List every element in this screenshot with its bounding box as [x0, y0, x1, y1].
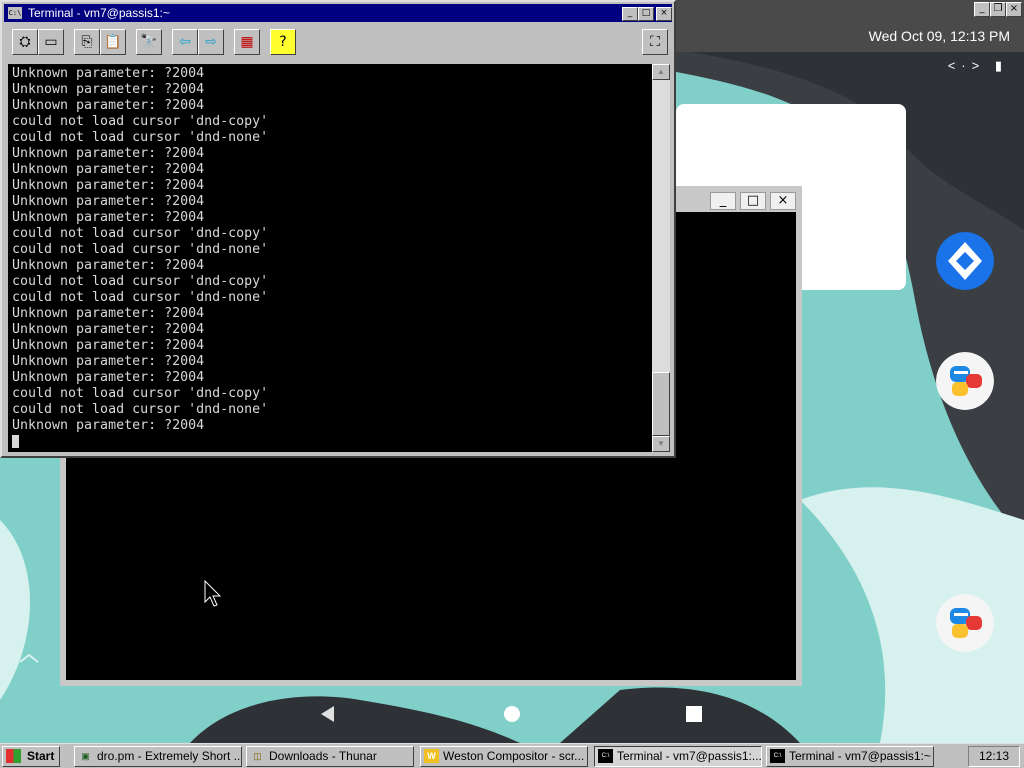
toolbar: ⛭ ▭ ⎘ 📋 🔭 ⇦ ⇨ ▦ ? ⛶	[6, 26, 670, 60]
weston-icon: W	[424, 749, 439, 763]
status-icons: <·> ▮	[947, 58, 1008, 73]
console-line: Unknown parameter: ?2004	[12, 146, 205, 161]
terminal-icon: C:\	[598, 749, 613, 763]
console-line: Unknown parameter: ?2004	[12, 370, 205, 385]
taskbar-item[interactable]: C:\ Terminal - vm7@passis1:~	[766, 746, 934, 767]
console-line: Unknown parameter: ?2004	[12, 418, 205, 433]
console-line: could not load cursor 'dnd-copy'	[12, 386, 269, 401]
windows-logo-icon	[6, 749, 21, 763]
console-line: could not load cursor 'dnd-none'	[12, 402, 269, 417]
scroll-thumb[interactable]	[652, 372, 670, 436]
taskbar-item[interactable]: ◫ Downloads - Thunar	[246, 746, 414, 767]
mouse-cursor-icon	[204, 580, 222, 607]
minimize-icon[interactable]: _	[710, 192, 736, 210]
android-clock: Wed Oct 09, 12:13 PM	[868, 28, 1010, 44]
nav-home-icon[interactable]	[502, 704, 522, 724]
console-line: Unknown parameter: ?2004	[12, 98, 205, 113]
title-bar[interactable]: C:\ Terminal - vm7@passis1:~ _ □ ×	[4, 4, 672, 22]
folder-icon: ◫	[253, 751, 262, 761]
taskbar-item-active[interactable]: C:\ Terminal - vm7@passis1:...	[594, 746, 762, 767]
vertical-scrollbar[interactable]: ▲ ▼	[652, 64, 670, 452]
taskbar: Start ▣ dro.pm - Extremely Short ... ◫ D…	[0, 743, 1024, 768]
maximize-icon[interactable]: □	[740, 192, 766, 210]
console-line: could not load cursor 'dnd-copy'	[12, 226, 269, 241]
expand-up-icon[interactable]	[18, 652, 40, 664]
scroll-up-icon[interactable]: ▲	[652, 64, 670, 80]
console-line: Unknown parameter: ?2004	[12, 66, 205, 81]
copy-icon[interactable]: ⎘	[74, 29, 100, 55]
font-icon[interactable]: ▦	[234, 29, 260, 55]
find-icon[interactable]: 🔭	[136, 29, 162, 55]
chat-app-icon[interactable]	[936, 352, 994, 410]
restore-icon[interactable]: ❐	[990, 2, 1006, 17]
terminal-output[interactable]: Unknown parameter: ?2004 Unknown paramete…	[8, 64, 652, 452]
taskbar-item[interactable]: W Weston Compositor - scr...	[420, 746, 588, 767]
maps-app-icon[interactable]	[936, 232, 994, 290]
terminal-icon: C:\	[8, 7, 22, 19]
chat-app-icon-2[interactable]	[936, 594, 994, 652]
console-line: Unknown parameter: ?2004	[12, 194, 205, 209]
back-icon[interactable]: ⇦	[172, 29, 198, 55]
terminal-window[interactable]: C:\ Terminal - vm7@passis1:~ _ □ × ⛭ ▭ ⎘…	[0, 0, 676, 458]
nav-back-icon[interactable]	[318, 704, 338, 724]
close-icon[interactable]: ×	[770, 192, 796, 210]
console-line: could not load cursor 'dnd-none'	[12, 130, 269, 145]
scroll-down-icon[interactable]: ▼	[652, 436, 670, 452]
close-icon[interactable]: ×	[656, 7, 672, 21]
console-line: Unknown parameter: ?2004	[12, 178, 205, 193]
maximize-icon[interactable]: □	[638, 7, 654, 21]
minimize-icon[interactable]: _	[974, 2, 990, 17]
start-button[interactable]: Start	[2, 746, 60, 767]
close-icon[interactable]: ×	[1006, 2, 1022, 17]
console-line: Unknown parameter: ?2004	[12, 258, 205, 273]
fullscreen-icon[interactable]: ▭	[38, 29, 64, 55]
nav-recents-icon[interactable]	[684, 704, 704, 724]
console-line: Unknown parameter: ?2004	[12, 354, 205, 369]
paste-icon[interactable]: 📋	[100, 29, 126, 55]
android-top-bar: _ ❐ × Wed Oct 09, 12:13 PM	[676, 0, 1024, 52]
console-line: Unknown parameter: ?2004	[12, 322, 205, 337]
help-icon[interactable]: ?	[270, 29, 296, 55]
taskbar-item[interactable]: ▣ dro.pm - Extremely Short ...	[74, 746, 242, 767]
console-line: Unknown parameter: ?2004	[12, 162, 205, 177]
terminal-icon: C:\	[770, 749, 785, 763]
text-cursor	[12, 434, 19, 448]
console-line: Unknown parameter: ?2004	[12, 338, 205, 353]
console-line: could not load cursor 'dnd-copy'	[12, 274, 269, 289]
background-icon[interactable]: ⛶	[642, 29, 668, 55]
console-prompt-line	[12, 434, 652, 450]
console-line: could not load cursor 'dnd-none'	[12, 290, 269, 305]
minimize-icon[interactable]: _	[622, 7, 638, 21]
console-line: Unknown parameter: ?2004	[12, 82, 205, 97]
globe-icon: ▣	[81, 751, 90, 761]
window-title: Terminal - vm7@passis1:~	[28, 6, 170, 20]
select-icon[interactable]: ⛭	[12, 29, 38, 55]
console-line: Unknown parameter: ?2004	[12, 210, 205, 225]
console-line: Unknown parameter: ?2004	[12, 306, 205, 321]
console-line: could not load cursor 'dnd-copy'	[12, 114, 269, 129]
system-tray-clock[interactable]: 12:13	[968, 746, 1020, 767]
forward-icon[interactable]: ⇨	[198, 29, 224, 55]
console-line: could not load cursor 'dnd-none'	[12, 242, 269, 257]
